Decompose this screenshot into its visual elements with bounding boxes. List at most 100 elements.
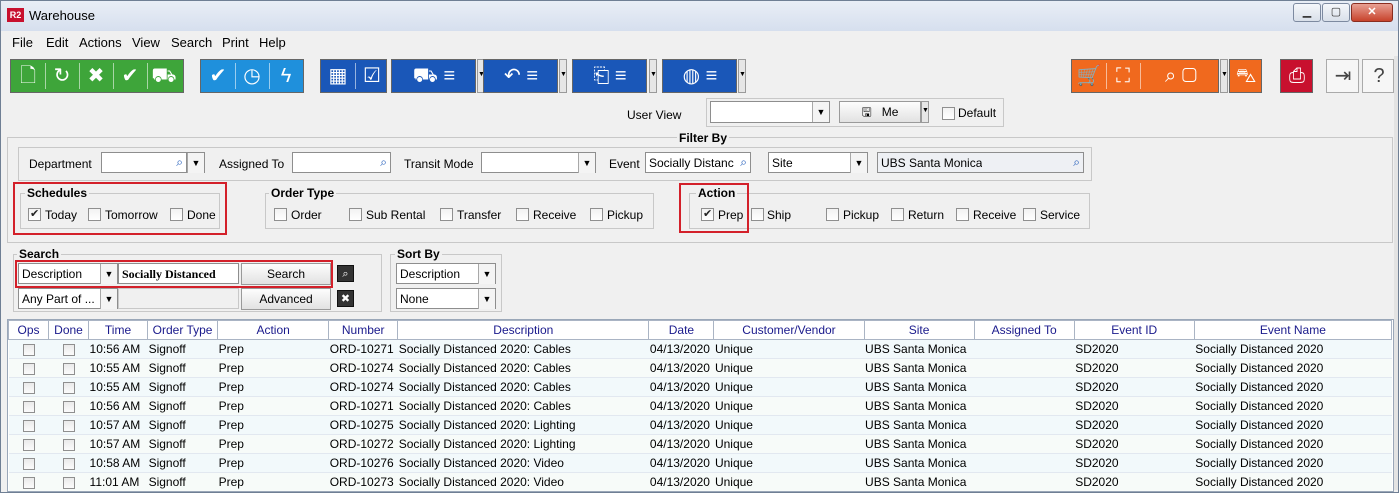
site-input[interactable]: UBS Santa Monica ⌕ <box>877 152 1084 173</box>
pickup-action-checkbox[interactable] <box>826 208 839 221</box>
ops-checkbox[interactable] <box>23 419 35 432</box>
menu-edit[interactable]: Edit <box>46 35 68 50</box>
lightning-icon[interactable]: ϟ <box>271 62 301 90</box>
menu-search[interactable]: Search <box>171 35 212 50</box>
done-checkbox[interactable] <box>63 457 76 470</box>
column-header[interactable]: Event Name <box>1193 320 1393 340</box>
return-icon[interactable]: ↶ ≡ <box>488 62 554 90</box>
menu-help[interactable]: Help <box>259 35 286 50</box>
ops-checkbox[interactable] <box>23 438 35 451</box>
default-checkbox[interactable] <box>942 107 955 120</box>
table-row[interactable]: 10:57 AM Signoff Prep ORD-10272 Socially Dis… <box>8 434 1392 454</box>
clock-check-icon[interactable]: ◷ <box>237 62 267 90</box>
doc-return-dropdown[interactable]: ▼ <box>649 59 657 93</box>
column-header[interactable]: Assigned To <box>973 320 1075 340</box>
cancel-icon[interactable]: ✖ <box>81 62 111 90</box>
table-row[interactable]: 10:58 AM Signoff Prep ORD-10276 Socially Dis… <box>8 453 1392 473</box>
department-dropdown[interactable]: ▼ <box>187 152 205 173</box>
menu-actions[interactable]: Actions <box>79 35 122 50</box>
table-row[interactable]: 10:56 AM Signoff Prep ORD-10271 Socially Dis… <box>8 396 1392 416</box>
done-checkbox[interactable] <box>63 400 76 413</box>
service-checkbox[interactable] <box>1023 208 1036 221</box>
today-checkbox[interactable] <box>28 207 41 221</box>
ops-checkbox[interactable] <box>23 457 35 470</box>
advanced-button[interactable]: Advanced <box>241 288 331 310</box>
check-icon[interactable]: ✔ <box>115 62 145 90</box>
column-header[interactable]: Event ID <box>1073 320 1195 340</box>
search-box-icon[interactable]: ⌕ ▢ <box>1146 62 1216 90</box>
table-row[interactable]: 10:57 AM Signoff Prep ORD-10275 Socially Dis… <box>8 415 1392 435</box>
site-select[interactable]: Site ▼ <box>768 152 868 173</box>
search-icon[interactable]: ⌕ <box>1073 155 1080 170</box>
column-header[interactable]: Order Type <box>147 320 219 340</box>
receive-action-checkbox[interactable] <box>956 208 969 221</box>
prep-checkbox[interactable] <box>701 207 714 221</box>
ship-checkbox[interactable] <box>751 208 764 221</box>
exit-icon[interactable]: ⇥ <box>1328 62 1358 90</box>
done-checkbox[interactable] <box>63 343 76 356</box>
sub-rental-checkbox[interactable] <box>349 208 362 221</box>
minimize-button[interactable]: ▁ <box>1293 3 1321 22</box>
receive-order-checkbox[interactable] <box>516 208 529 221</box>
clear-icon[interactable]: ✖ <box>337 290 354 307</box>
menu-view[interactable]: View <box>132 35 160 50</box>
ops-checkbox[interactable] <box>23 476 35 489</box>
done-checkbox[interactable] <box>63 381 76 394</box>
search-icon[interactable]: ⌕ <box>380 155 387 170</box>
column-header[interactable]: Number <box>328 320 399 340</box>
user-view-select[interactable]: ▼ <box>710 101 830 123</box>
help-icon[interactable]: ? <box>1364 62 1394 90</box>
print-icon[interactable]: ⎙ <box>1282 62 1312 90</box>
column-header[interactable]: Description <box>397 320 650 340</box>
column-header[interactable]: Time <box>88 320 149 340</box>
done-checkbox[interactable] <box>63 362 76 375</box>
search-icon[interactable]: ⌕ <box>337 265 354 282</box>
bag-icon[interactable]: ◍ ≡ <box>667 62 733 90</box>
column-header[interactable]: Done <box>48 320 90 340</box>
column-header[interactable]: Action <box>217 320 330 340</box>
close-button[interactable]: ✕ <box>1351 3 1393 22</box>
table-row[interactable]: 11:01 AM Signoff Prep ORD-10273 Socially Dis… <box>8 472 1392 491</box>
truck-check-icon[interactable]: ⛟ ≡ <box>396 62 472 90</box>
column-header[interactable]: Ops <box>8 320 50 340</box>
assigned-to-input[interactable]: ⌕ <box>292 152 391 173</box>
table-row[interactable]: 10:55 AM Signoff Prep ORD-10274 Socially Dis… <box>8 377 1392 397</box>
ops-checkbox[interactable] <box>23 343 35 356</box>
search-mode-select[interactable]: Any Part of ... ▼ <box>18 288 118 309</box>
done-checkbox[interactable] <box>63 438 76 451</box>
ops-checkbox[interactable] <box>23 362 35 375</box>
checkbox-icon[interactable]: ☑ <box>357 62 387 90</box>
purchase-cart-icon[interactable]: 🛒 <box>1074 62 1104 90</box>
event-input[interactable]: Socially Distanc ⌕ <box>645 152 751 173</box>
menu-file[interactable]: File <box>12 35 33 50</box>
new-doc-icon[interactable]: 🗋 <box>13 62 43 90</box>
ops-checkbox[interactable] <box>23 400 35 413</box>
sort-first-select[interactable]: Description ▼ <box>396 263 496 284</box>
search-icon[interactable]: ⌕ <box>176 155 183 170</box>
column-header[interactable]: Site <box>863 320 975 340</box>
pickup-order-checkbox[interactable] <box>590 208 603 221</box>
table-row[interactable]: 10:55 AM Signoff Prep ORD-10274 Socially Dis… <box>8 358 1392 378</box>
me-dropdown[interactable]: ▼ <box>921 101 929 123</box>
done-checkbox[interactable] <box>63 476 76 489</box>
ops-checkbox[interactable] <box>23 381 35 394</box>
transfer-checkbox[interactable] <box>440 208 453 221</box>
department-input[interactable]: ⌕ <box>101 152 187 173</box>
maximize-button[interactable]: ▢ <box>1322 3 1350 22</box>
order-checkbox[interactable] <box>274 208 287 221</box>
return-dropdown[interactable]: ▼ <box>559 59 567 93</box>
done-checkbox[interactable] <box>63 419 76 432</box>
window-scrollbar[interactable] <box>1394 56 1398 490</box>
me-button[interactable]: 🖫 Me <box>839 101 921 123</box>
table-row[interactable]: 10:56 AM Signoff Prep ORD-10271 Socially Dis… <box>8 339 1392 359</box>
vehicle-icon[interactable]: ⛍ <box>1231 62 1261 90</box>
tomorrow-checkbox[interactable] <box>88 208 101 221</box>
refresh-icon[interactable]: ↻ <box>47 62 77 90</box>
done-checkbox[interactable] <box>170 208 183 221</box>
column-header[interactable]: Customer/Vendor <box>713 320 865 340</box>
calendar-edit-icon[interactable]: ▦ <box>323 62 353 90</box>
orange-dropdown[interactable]: ▼ <box>1220 59 1228 93</box>
check-circle-icon[interactable]: ✔ <box>203 62 233 90</box>
return-checkbox[interactable] <box>891 208 904 221</box>
transit-mode-select[interactable]: ▼ <box>481 152 596 173</box>
